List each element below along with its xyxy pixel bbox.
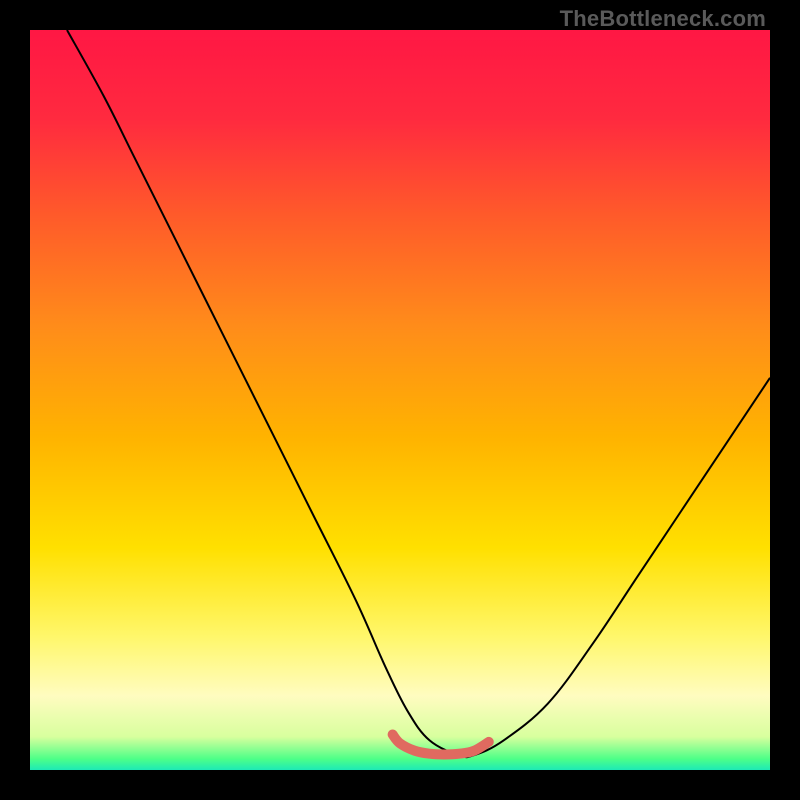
bottleneck-curve <box>67 30 770 757</box>
plot-area <box>30 30 770 770</box>
watermark-text: TheBottleneck.com <box>560 6 766 32</box>
chart-container: TheBottleneck.com <box>0 0 800 800</box>
curve-layer <box>30 30 770 770</box>
flat-highlight <box>393 734 489 754</box>
